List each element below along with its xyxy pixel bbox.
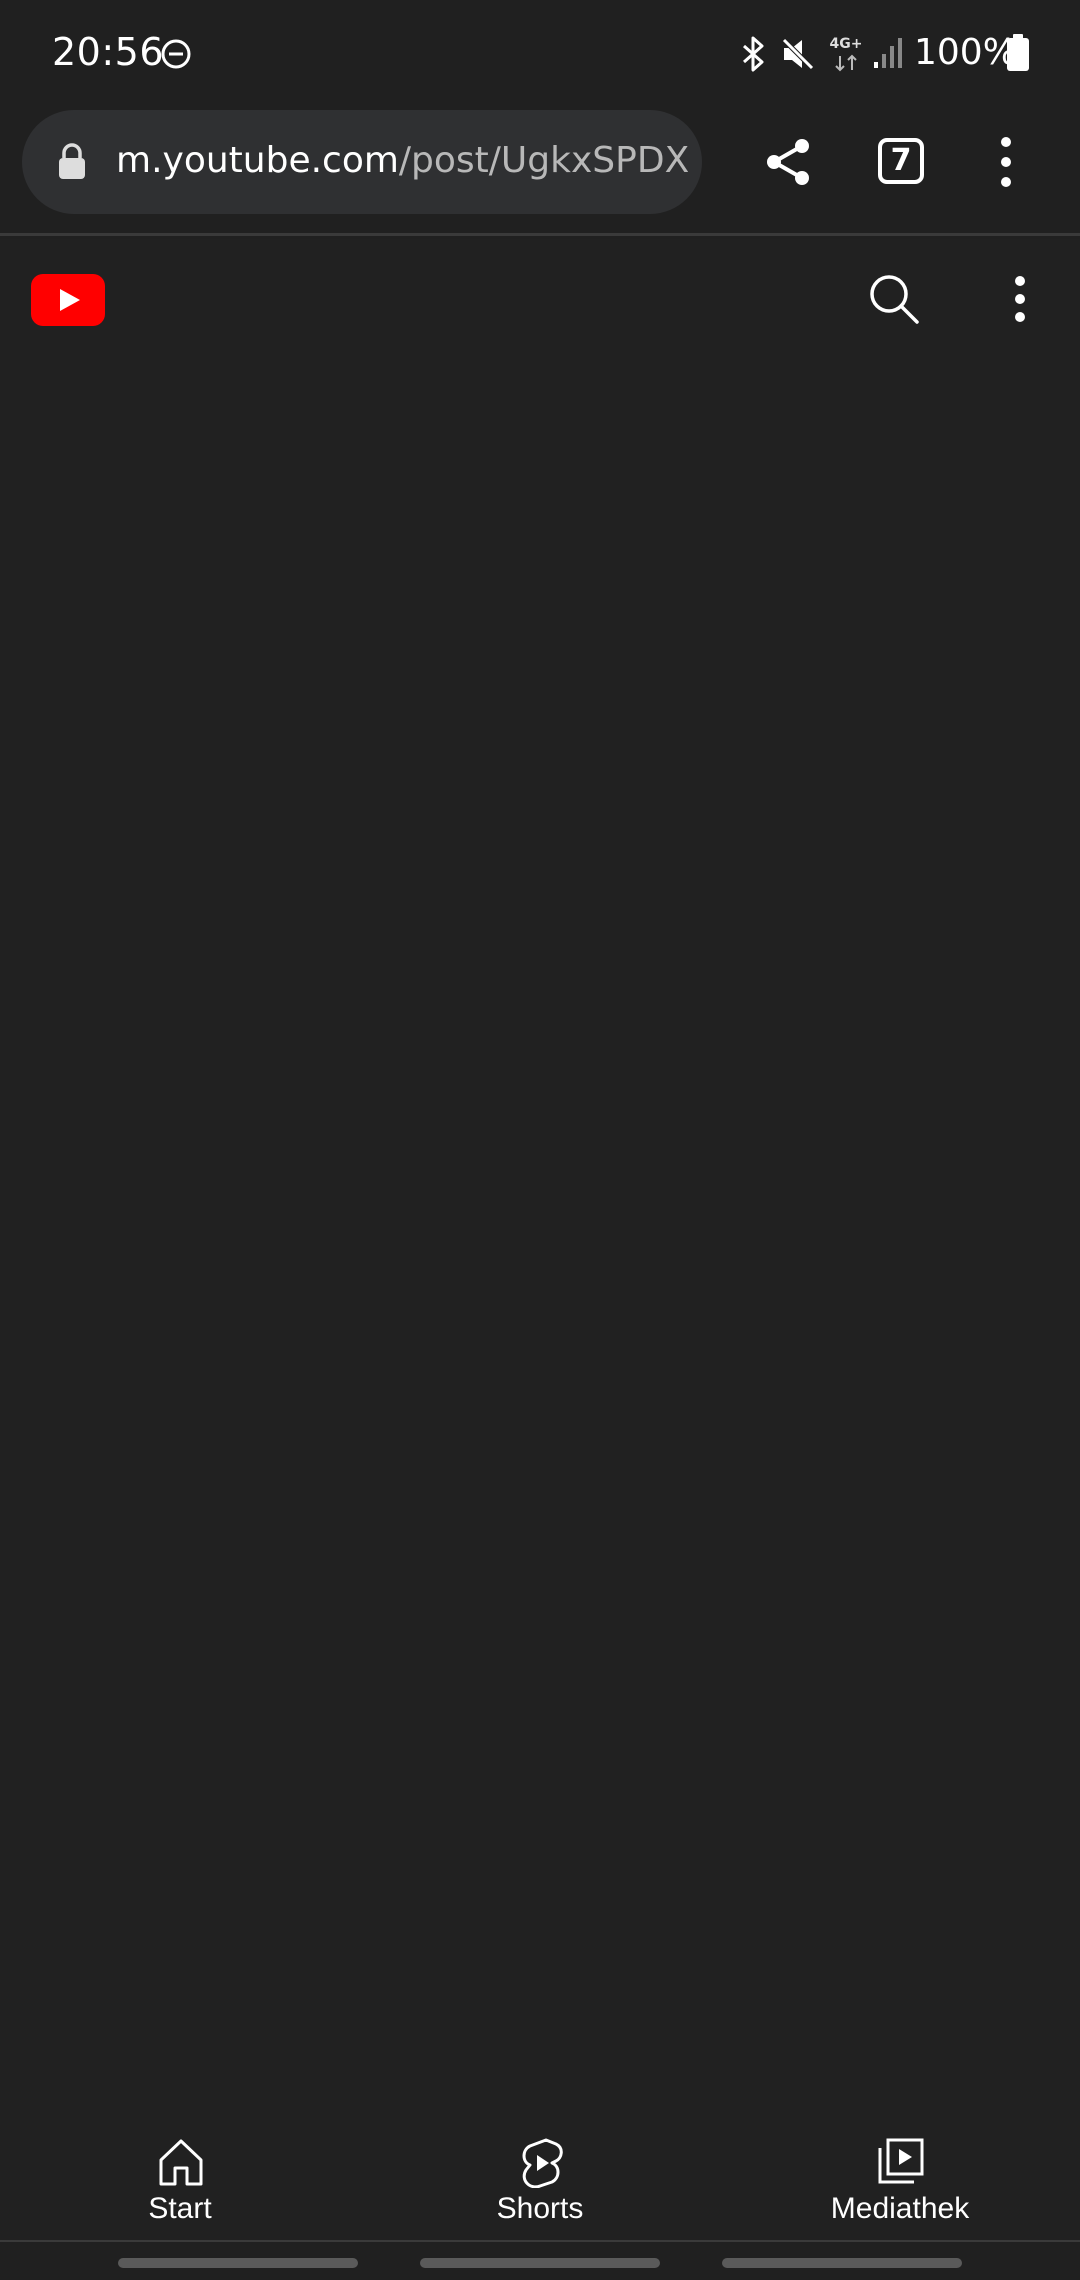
signal-strength-icon [874, 38, 902, 68]
gesture-pill-right[interactable] [722, 2258, 962, 2268]
status-time: 20:56 [52, 30, 165, 74]
youtube-logo-icon[interactable] [31, 274, 105, 326]
post-content-area [0, 363, 1080, 2100]
gesture-pill-left[interactable] [118, 2258, 358, 2268]
home-icon [159, 2139, 203, 2186]
browser-toolbar: m.youtube.com/post/UgkxSPDXTO 7 [0, 108, 1080, 236]
url-path: /post/UgkxSPDXTO [398, 140, 688, 181]
share-icon[interactable] [762, 136, 814, 188]
tab-switcher-button[interactable]: 7 [878, 138, 924, 184]
do-not-disturb-icon [161, 39, 191, 69]
youtube-header [0, 239, 1080, 363]
url-domain: m.youtube.com [116, 140, 399, 181]
gesture-navigation-bar [0, 2240, 1080, 2280]
mute-icon [781, 37, 815, 71]
nav-label-shorts: Shorts [496, 2192, 584, 2225]
shorts-icon [522, 2138, 563, 2188]
lock-icon[interactable] [56, 142, 88, 180]
browser-menu-icon[interactable] [992, 132, 1020, 192]
url-text[interactable]: m.youtube.com/post/UgkxSPDXTO [116, 140, 688, 181]
nav-label-start: Start [148, 2192, 212, 2225]
battery-percentage: 100% [914, 32, 1017, 73]
battery-icon [1007, 34, 1029, 71]
nav-label-mediathek: Mediathek [830, 2192, 970, 2225]
bottom-navigation: Start Shorts Mediathek [0, 2100, 1080, 2240]
network-type-label: 4G+ [829, 36, 863, 52]
youtube-menu-icon[interactable] [1006, 269, 1034, 329]
nav-item-start[interactable]: Start [0, 2100, 360, 2240]
nav-item-mediathek[interactable]: Mediathek [720, 2100, 1080, 2240]
bluetooth-icon [743, 36, 764, 72]
library-icon [878, 2138, 924, 2184]
gesture-pill-center[interactable] [420, 2258, 660, 2268]
data-transfer-icon [835, 54, 857, 72]
address-bar[interactable]: m.youtube.com/post/UgkxSPDXTO [22, 110, 702, 214]
status-bar: 20:56 4G+ 100% [0, 0, 1080, 108]
search-icon[interactable] [868, 273, 920, 325]
nav-item-shorts[interactable]: Shorts [360, 2100, 720, 2240]
